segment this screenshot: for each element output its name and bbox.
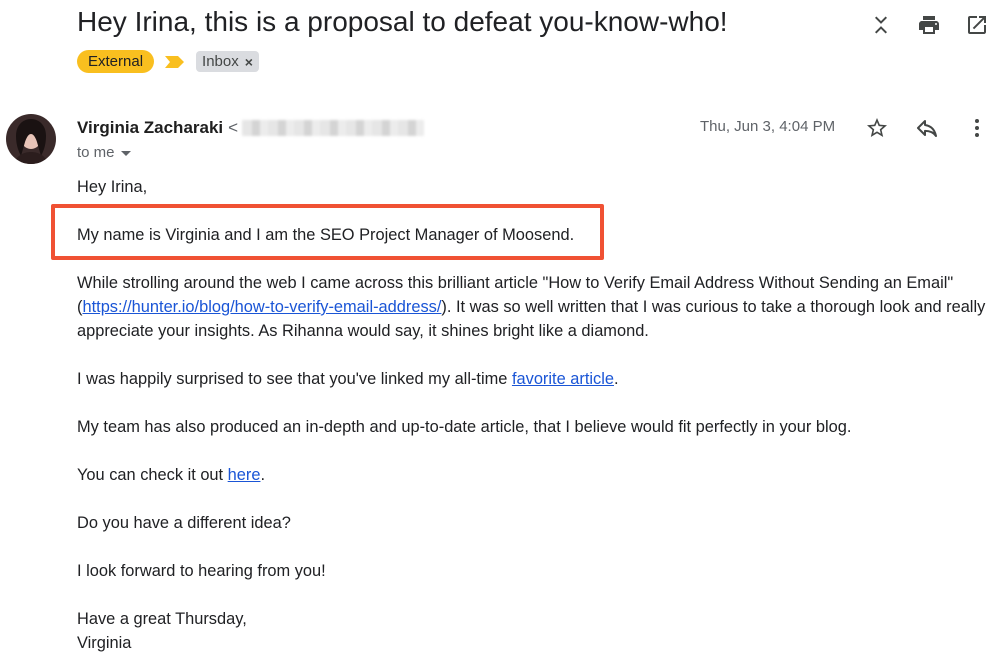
external-label: External bbox=[77, 50, 155, 73]
sender-name[interactable]: Virginia Zacharaki bbox=[77, 118, 223, 138]
email-body: Hey Irina, My name is Virginia and I am … bbox=[77, 175, 997, 655]
more-vert-icon[interactable] bbox=[964, 115, 990, 141]
chevron-down-icon[interactable] bbox=[120, 151, 131, 156]
sender-email-redacted bbox=[242, 120, 425, 136]
sender-email-open-bracket: < bbox=[228, 118, 239, 137]
avatar[interactable] bbox=[6, 114, 56, 164]
favorite-article-link[interactable]: favorite article bbox=[512, 370, 614, 388]
paragraph-forward: I look forward to hearing from you! bbox=[77, 562, 326, 580]
paragraph-linked-text-a: I was happily surprised to see that you'… bbox=[77, 370, 512, 388]
paragraph-team: My team has also produced an in-depth an… bbox=[77, 418, 852, 436]
paragraph-article: While strolling around the web I came ac… bbox=[77, 271, 997, 343]
remove-label-button[interactable]: × bbox=[245, 54, 253, 70]
paragraph-idea: Do you have a different idea? bbox=[77, 514, 291, 532]
print-icon[interactable] bbox=[916, 12, 942, 38]
label-row: External Inbox × bbox=[77, 50, 259, 73]
signoff: Have a great Thursday, bbox=[77, 610, 247, 628]
inbox-label-text: Inbox bbox=[202, 53, 239, 70]
paragraph-check-text-a: You can check it out bbox=[77, 466, 228, 484]
collapse-icon[interactable] bbox=[868, 12, 894, 38]
paragraph-check-text-b: . bbox=[260, 466, 266, 484]
star-icon[interactable] bbox=[864, 115, 890, 141]
important-marker-icon[interactable] bbox=[164, 55, 186, 69]
recipients-toggle[interactable]: to me bbox=[77, 144, 131, 161]
inbox-label: Inbox × bbox=[196, 51, 259, 72]
reply-icon[interactable] bbox=[914, 115, 940, 141]
sender-line: Virginia Zacharaki < bbox=[77, 118, 425, 138]
paragraph-linked-text-b: . bbox=[613, 370, 619, 388]
here-link[interactable]: here bbox=[228, 466, 261, 484]
message-date: Thu, Jun 3, 4:04 PM bbox=[700, 118, 836, 135]
signature: Virginia bbox=[77, 634, 132, 652]
thread-toolbar bbox=[868, 12, 990, 38]
article-link[interactable]: https://hunter.io/blog/how-to-verify-ema… bbox=[82, 298, 441, 316]
paragraph-check: You can check it out here. bbox=[77, 463, 997, 487]
intro-paragraph: My name is Virginia and I am the SEO Pro… bbox=[77, 226, 575, 244]
greeting: Hey Irina, bbox=[77, 178, 148, 196]
email-subject: Hey Irina, this is a proposal to defeat … bbox=[77, 6, 728, 37]
paragraph-linked: I was happily surprised to see that you'… bbox=[77, 367, 997, 391]
recipients-text: to me bbox=[77, 144, 115, 161]
message-actions bbox=[864, 115, 990, 141]
open-in-new-window-icon[interactable] bbox=[964, 12, 990, 38]
